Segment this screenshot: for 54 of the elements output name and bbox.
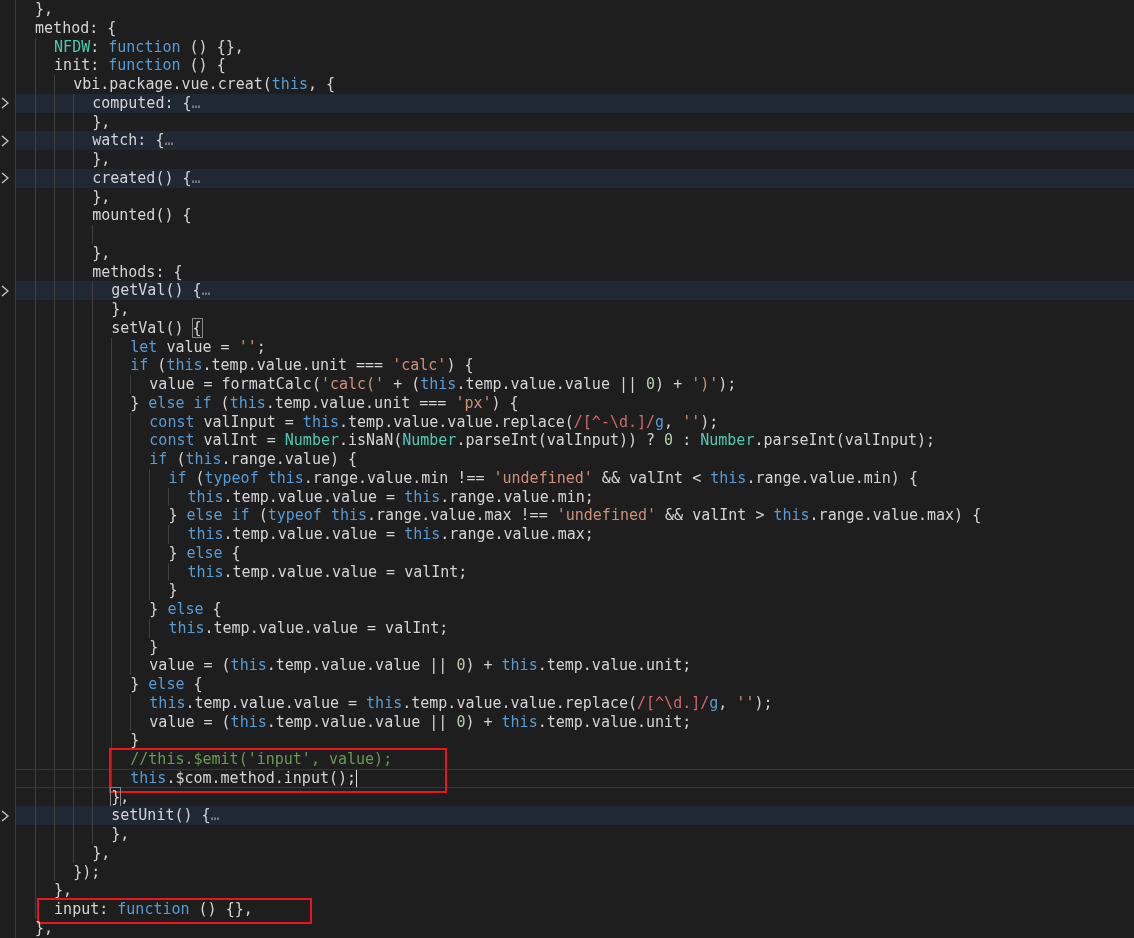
code-line: } else if (this.temp.value.unit === 'px') { bbox=[130, 393, 519, 413]
fold-chevron-icon[interactable] bbox=[1, 97, 9, 110]
code-line: }, bbox=[92, 112, 111, 132]
code-line: this.temp.value.value = this.temp.value.value.replace(/[^\d.]/g, ''); bbox=[149, 693, 773, 713]
code-line: }, bbox=[111, 787, 130, 807]
code-line: this.temp.value.value = this.range.value.max; bbox=[187, 525, 594, 544]
code-line: } else { bbox=[130, 675, 203, 694]
fold-chevron-icon[interactable] bbox=[1, 134, 9, 147]
code-line: created() {… bbox=[92, 168, 201, 188]
code-line: watch: {… bbox=[92, 131, 174, 150]
code-line: computed: {… bbox=[92, 93, 201, 113]
code-line: }, bbox=[54, 881, 73, 900]
code-line: }, bbox=[92, 150, 111, 169]
code-line: }, bbox=[92, 843, 111, 863]
code-line: this.temp.value.value = valInt; bbox=[168, 618, 449, 638]
code-line: } else { bbox=[168, 543, 241, 563]
code-line: if (typeof this.range.value.min !== 'undefined' && valInt < this.range.value.min) { bbox=[168, 468, 918, 488]
code-line: const valInt = Number.isNaN(Number.parseInt(valInput)) ? 0 : Number.parseInt(valInput); bbox=[149, 431, 936, 450]
code-line: } bbox=[149, 637, 159, 657]
code-line: setVal() { bbox=[111, 318, 202, 338]
fold-chevron-icon[interactable] bbox=[1, 284, 9, 297]
code-line: this.temp.value.value = valInt; bbox=[187, 562, 468, 582]
code-line: setUnit() {… bbox=[111, 806, 220, 825]
code-line: value = (this.temp.value.value || 0) + this.temp.value.unit; bbox=[149, 656, 692, 675]
code-line: }, bbox=[92, 243, 111, 263]
fold-chevron-icon[interactable] bbox=[1, 809, 9, 822]
code-line: this.temp.value.value = this.range.value.min; bbox=[187, 487, 594, 507]
code-line: }, bbox=[111, 300, 130, 319]
code-line: }, bbox=[92, 187, 111, 207]
fold-chevron-icon[interactable] bbox=[1, 172, 9, 185]
code-line: if (this.temp.value.unit === 'calc') { bbox=[130, 356, 474, 375]
code-line: NFDW: function () {}, bbox=[54, 37, 244, 57]
code-line: } bbox=[168, 581, 178, 600]
code-line: let value = ''; bbox=[130, 337, 266, 357]
code-line: value = formatCalc('calc(' + (this.temp.value.value || 0) + ')'); bbox=[149, 375, 737, 394]
code-line: } else { bbox=[149, 600, 222, 619]
code-line: }, bbox=[111, 825, 130, 844]
code-line: init: function () { bbox=[54, 56, 226, 75]
code-line: } bbox=[130, 731, 140, 750]
code-line: }, bbox=[35, 0, 54, 19]
code-line: this.$com.method.input(); bbox=[130, 768, 357, 788]
code-line: } else if (typeof this.range.value.max !== 'undefined' && valInt > this.range.value.max) { bbox=[168, 506, 982, 525]
code-line: mounted() { bbox=[92, 206, 192, 225]
code-line: methods: { bbox=[92, 262, 183, 282]
code-line: //this.$emit('input', value); bbox=[130, 750, 393, 769]
code-line: if (this.range.value) { bbox=[149, 450, 358, 469]
code-line: }); bbox=[73, 862, 101, 882]
code-line: vbi.package.vue.creat(this, { bbox=[73, 75, 336, 94]
code-line: input: function () {}, bbox=[54, 900, 253, 919]
code-line: method: { bbox=[35, 18, 117, 38]
code-line: value = (this.temp.value.value || 0) + this.temp.value.unit; bbox=[149, 712, 692, 732]
code-line: }, bbox=[35, 918, 54, 938]
code-line: getVal() {… bbox=[111, 281, 211, 300]
code-line: const valInput = this.temp.value.value.replace(/[^-\d.]/g, ''); bbox=[149, 412, 719, 432]
